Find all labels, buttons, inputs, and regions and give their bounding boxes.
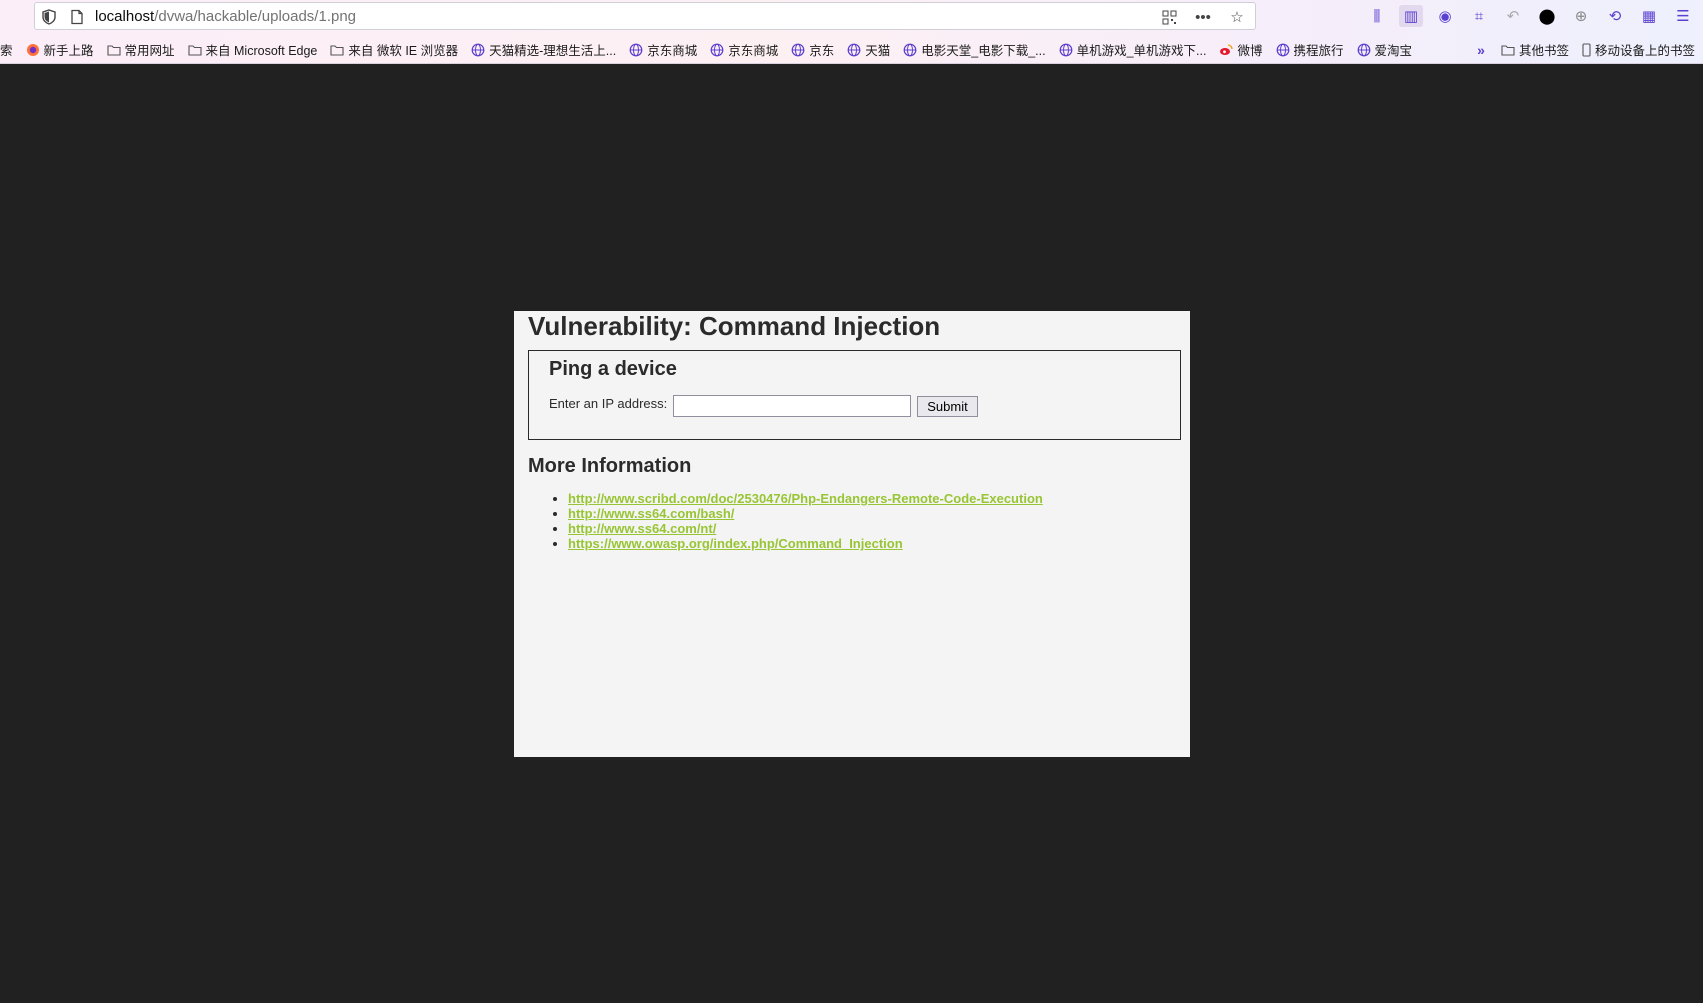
other-bookmarks-label: 其他书签 [1518,44,1569,58]
list-item: http://www.ss64.com/nt/ [568,521,1043,536]
more-bookmarks-chevron-icon[interactable]: » [1477,42,1485,58]
address-bar[interactable]: localhost/dvwa/hackable/uploads/1.png ••… [34,2,1256,30]
bookmark-item[interactable]: 微博 [1219,40,1263,59]
bookmark-item[interactable]: 单机游戏_单机游戏下... [1059,40,1207,59]
bookmark-label: 携程旅行 [1293,44,1344,58]
page-actions-icon[interactable]: ••• [1193,7,1213,27]
bookmark-item[interactable]: 天猫精选-理想生活上... [471,40,616,59]
mobile-device-icon [1582,42,1591,57]
list-item: https://www.owasp.org/index.php/Command_… [568,536,1043,551]
more-information-heading: More Information [528,455,692,477]
bookmark-item[interactable]: 来自 微软 IE 浏览器 [330,40,458,59]
bookmark-item[interactable]: 常用网址 [106,40,175,59]
bookmark-label: 天猫 [865,44,891,58]
globe-icon [710,43,724,56]
screenshot-crop-icon[interactable]: ⌗ [1467,5,1491,27]
browser-chrome: localhost/dvwa/hackable/uploads/1.png ••… [0,0,1703,64]
bookmark-item[interactable]: 来自 Microsoft Edge [187,40,318,59]
globe-icon [791,43,805,56]
back-arrow-icon[interactable]: ↶ [1501,5,1525,27]
bookmark-item[interactable]: 京东商城 [710,40,778,59]
info-link[interactable]: http://www.scribd.com/doc/2530476/Php-En… [568,491,1043,506]
bookmark-label: 单机游戏_单机游戏下... [1076,44,1207,58]
globe-icon [903,43,917,56]
ip-address-label: Enter an IP address: [549,396,668,411]
globe-icon [847,43,861,56]
bookmark-label: 来自 微软 IE 浏览器 [348,44,459,58]
bookmark-item[interactable]: 携程旅行 [1276,40,1344,59]
other-bookmarks-folder[interactable]: 其他书签 [1501,40,1569,59]
submit-button[interactable]: Submit [917,396,978,417]
bookmark-label: 天猫精选-理想生活上... [489,44,617,58]
download-icon[interactable]: ⊕ [1569,5,1593,27]
qr-code-icon[interactable] [1159,7,1179,27]
bookmark-label: 京东 [809,44,835,58]
bookmark-item[interactable]: 京东商城 [629,40,697,59]
bookmark-item[interactable]: 新手上路 [26,40,94,59]
ip-address-input[interactable] [673,395,911,417]
weibo-icon [1220,43,1234,55]
folder-icon [330,44,344,56]
mobile-bookmarks-folder[interactable]: 移动设备上的书签 [1582,40,1695,59]
bookmark-label: 京东商城 [728,44,779,58]
bookmarks-bar: 索 新手上路 常用网址 来自 Microsoft Edge 来自 微软 IE 浏览器 天猫… [0,40,1703,62]
bookmark-label: 爱淘宝 [1374,44,1413,58]
dvwa-content-panel: Vulnerability: Command Injection Ping a … [514,311,1190,757]
globe-icon [1059,43,1073,56]
menu-icon[interactable]: ☰ [1671,5,1695,27]
bookmark-label: 来自 Microsoft Edge [205,44,318,58]
form-heading: Ping a device [549,358,677,380]
bookmark-item[interactable]: 天猫 [847,40,890,59]
globe-icon [471,43,485,56]
info-link[interactable]: http://www.ss64.com/bash/ [568,506,734,521]
bookmark-star-icon[interactable]: ☆ [1227,7,1247,27]
mobile-bookmarks-label: 移动设备上的书签 [1594,44,1695,58]
sync-icon[interactable]: ⟲ [1603,5,1627,27]
firefox-icon [26,43,39,56]
bookmark-item[interactable]: 电影天堂_电影下载_... [903,40,1046,59]
extension-circle-icon[interactable]: ⬤ [1535,5,1559,27]
folder-icon [106,44,121,56]
bookmark-label: 索 [0,44,13,58]
folder-icon [1501,44,1515,56]
url-text[interactable]: localhost/dvwa/hackable/uploads/1.png [95,8,356,25]
globe-icon [1357,43,1370,56]
list-item: http://www.scribd.com/doc/2530476/Php-En… [568,491,1043,506]
globe-icon [1276,43,1289,56]
bookmark-label: 电影天堂_电影下载_... [921,44,1046,58]
bookmark-item[interactable]: 爱淘宝 [1357,40,1413,59]
info-link[interactable]: https://www.owasp.org/index.php/Command_… [568,536,903,551]
globe-icon [629,43,643,56]
bookmark-item[interactable]: 索 [0,40,13,59]
bookmark-label: 常用网址 [124,44,175,58]
extensions-icon[interactable]: ▦ [1637,5,1661,27]
bookmark-label: 微博 [1237,44,1263,58]
bookmark-label: 京东商城 [647,44,698,58]
info-link[interactable]: http://www.ss64.com/nt/ [568,521,716,536]
ping-form-box: Ping a device Enter an IP address: Submi… [528,350,1181,440]
list-item: http://www.ss64.com/bash/ [568,506,1043,521]
shield-icon[interactable] [41,9,57,25]
reader-view-icon[interactable]: ▥ [1399,5,1423,27]
url-path: /dvwa/hackable/uploads/1.png [154,8,357,25]
url-host: localhost [95,8,155,25]
page-title: Vulnerability: Command Injection [528,311,941,341]
library-icon[interactable]: ⫼ [1365,5,1389,27]
page-icon[interactable] [69,9,85,25]
bookmark-item[interactable]: 京东 [791,40,834,59]
bookmark-label: 新手上路 [43,44,94,58]
account-icon[interactable]: ◉ [1433,5,1457,27]
more-information-list: http://www.scribd.com/doc/2530476/Php-En… [568,491,1043,551]
folder-icon [187,44,202,56]
